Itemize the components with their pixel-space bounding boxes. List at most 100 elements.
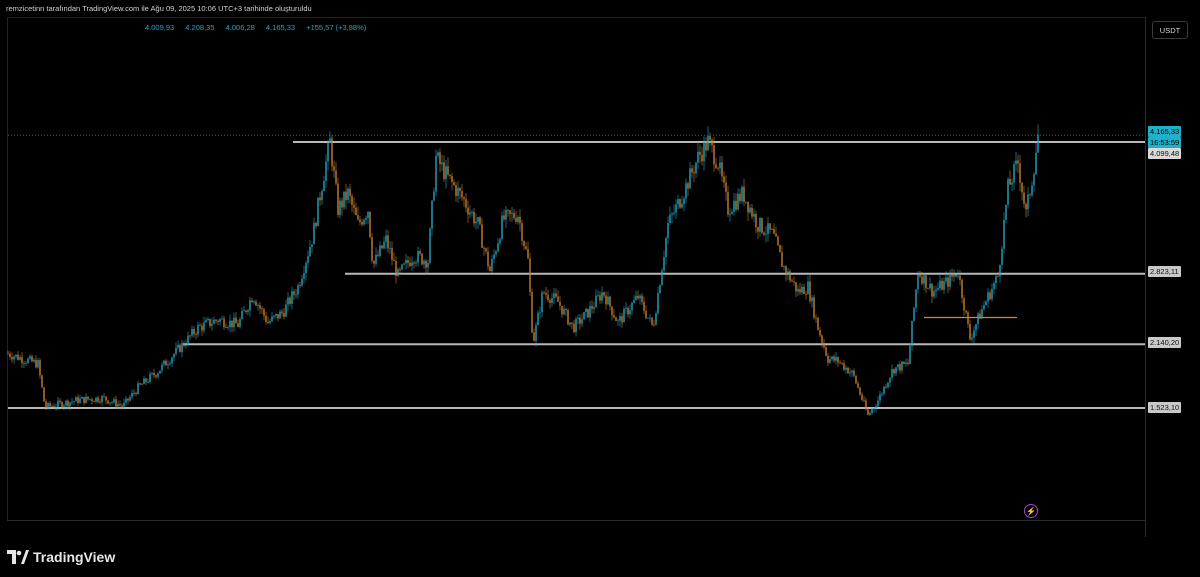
candle-body xyxy=(541,292,543,313)
candle-body xyxy=(989,292,991,300)
candle-body xyxy=(435,155,437,192)
candle-body xyxy=(847,367,849,374)
candle-body xyxy=(475,221,477,224)
candle-body xyxy=(895,367,897,374)
candle-body xyxy=(1035,152,1037,175)
candle-body xyxy=(303,273,305,279)
candle-body xyxy=(1027,194,1029,210)
candle-body xyxy=(583,312,585,320)
candle-body xyxy=(367,211,369,219)
candle-body xyxy=(37,360,39,368)
candle-body xyxy=(497,243,499,252)
candle-body xyxy=(29,356,31,359)
candle-body xyxy=(749,207,751,213)
candle-body xyxy=(369,211,371,238)
candle-body xyxy=(253,301,255,303)
candle-body xyxy=(565,308,567,310)
candle-body xyxy=(489,266,491,272)
candle-body xyxy=(635,295,637,300)
candle-body xyxy=(351,196,353,205)
candle-body xyxy=(905,362,907,364)
candle-body xyxy=(981,309,983,319)
candle-body xyxy=(963,298,965,311)
candle-body xyxy=(553,293,555,299)
candle-body xyxy=(791,280,793,282)
candle-body xyxy=(663,256,665,271)
candle-body xyxy=(363,219,365,225)
candle-body xyxy=(695,162,697,174)
candle-body xyxy=(567,309,569,325)
candle-body xyxy=(697,151,699,163)
candle-body xyxy=(639,295,641,299)
candle-body xyxy=(375,254,377,264)
candle-body xyxy=(535,324,537,341)
candle-body xyxy=(991,288,993,300)
candle-body xyxy=(755,213,757,228)
candle-body xyxy=(877,400,879,407)
candle-body xyxy=(471,212,473,213)
candle-body xyxy=(947,277,949,287)
candle-body xyxy=(673,212,675,214)
candle-body xyxy=(119,404,121,406)
candle-body xyxy=(241,311,243,320)
candle-body xyxy=(739,193,741,202)
candle-body xyxy=(927,288,929,290)
candle-body xyxy=(709,136,711,140)
candle-body xyxy=(225,327,227,328)
candle-body xyxy=(649,317,651,319)
candle-body xyxy=(403,263,405,265)
candle-body xyxy=(401,264,403,270)
candle-body xyxy=(875,406,877,408)
candle-body xyxy=(563,308,565,315)
candle-body xyxy=(543,292,545,294)
candle-body xyxy=(9,353,11,357)
candle-body xyxy=(103,396,105,397)
candle-body xyxy=(783,266,785,268)
candle-body xyxy=(997,276,999,277)
candle-body xyxy=(219,319,221,322)
candle-body xyxy=(571,322,573,324)
candle-body xyxy=(625,307,627,309)
candle-body xyxy=(249,300,251,311)
candle-body xyxy=(473,212,475,224)
candle-body xyxy=(849,372,851,374)
candle-body xyxy=(509,210,511,214)
candle-body xyxy=(727,191,729,215)
candle-body xyxy=(307,256,309,263)
candle-body xyxy=(121,405,123,407)
candle-body xyxy=(733,200,735,212)
candle-body xyxy=(287,297,289,305)
level-top-label: 4.099,48 xyxy=(1148,148,1182,159)
candle-body xyxy=(357,215,359,220)
lightning-icon[interactable]: ⚡ xyxy=(1024,504,1038,518)
candle-body xyxy=(511,213,513,214)
candle-body xyxy=(207,318,209,321)
candle-body xyxy=(235,317,237,324)
candle-body xyxy=(399,269,401,270)
candle-body xyxy=(183,342,185,346)
candle-body xyxy=(143,378,145,385)
candle-body xyxy=(873,407,875,410)
candle-body xyxy=(491,259,493,272)
candle-body xyxy=(629,310,631,315)
candle-body xyxy=(1023,192,1025,204)
candle-body xyxy=(267,321,269,324)
candle-body xyxy=(189,335,191,337)
level-2-label: 2.823,11 xyxy=(1148,266,1181,277)
candle-body xyxy=(609,296,611,307)
candle-body xyxy=(467,207,469,215)
candle-body xyxy=(255,301,257,306)
candle-body xyxy=(25,362,27,364)
candle-body xyxy=(689,168,691,189)
candle-body xyxy=(555,293,557,297)
candle-body xyxy=(425,260,427,268)
candle-body xyxy=(55,406,57,408)
candle-body xyxy=(843,363,845,370)
candle-body xyxy=(15,354,17,357)
candle-body xyxy=(813,297,815,318)
candle-body xyxy=(223,318,225,328)
candle-body xyxy=(691,168,693,173)
candle-body xyxy=(971,337,973,340)
candle-body xyxy=(1033,174,1035,186)
candle-body xyxy=(459,187,461,192)
